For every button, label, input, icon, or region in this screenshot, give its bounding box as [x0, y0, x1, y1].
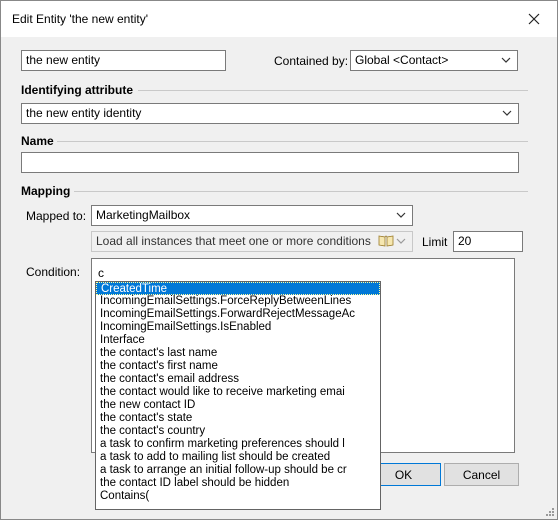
resize-grip-icon[interactable]: [545, 507, 555, 517]
condition-text: c: [98, 266, 104, 280]
autocomplete-item[interactable]: the contact's state: [96, 412, 380, 425]
identifying-attribute-heading: Identifying attribute: [21, 83, 133, 97]
autocomplete-list[interactable]: CreatedTime IncomingEmailSettings.ForceRe…: [95, 281, 381, 510]
chevron-down-icon: [396, 238, 406, 244]
chevron-down-icon: [396, 212, 406, 218]
load-instances-select[interactable]: Load all instances that meet one or more…: [91, 231, 413, 252]
autocomplete-item[interactable]: the contact's email address: [96, 373, 380, 386]
contained-by-value: Global <Contact>: [355, 53, 449, 67]
limit-label: Limit: [422, 235, 448, 249]
autocomplete-item[interactable]: IncomingEmailSettings.ForwardRejectMessa…: [96, 308, 380, 321]
name-field[interactable]: [21, 152, 519, 173]
mapped-to-select[interactable]: MarketingMailbox: [91, 205, 413, 226]
cancel-button[interactable]: Cancel: [444, 463, 519, 486]
autocomplete-item[interactable]: the new contact ID: [96, 399, 380, 412]
separator: [138, 90, 528, 91]
close-icon: [528, 13, 540, 25]
identifying-attribute-value: the new entity identity: [26, 106, 142, 120]
chevron-down-icon: [502, 110, 512, 116]
autocomplete-item[interactable]: IncomingEmailSettings.IsEnabled: [96, 321, 380, 334]
title-bar: Edit Entity 'the new entity': [1, 1, 557, 37]
entity-name-field[interactable]: the new entity: [21, 50, 226, 71]
close-button[interactable]: [511, 1, 557, 37]
autocomplete-item[interactable]: Contains(: [96, 490, 380, 503]
mapped-to-label: Mapped to:: [26, 209, 87, 223]
mapping-heading: Mapping: [21, 184, 71, 198]
condition-label: Condition:: [26, 265, 81, 279]
autocomplete-item[interactable]: the contact's last name: [96, 347, 380, 360]
contained-by-label: Contained by:: [274, 54, 349, 68]
chevron-down-icon: [501, 57, 511, 63]
name-heading: Name: [21, 134, 54, 148]
autocomplete-item[interactable]: the contact ID label should be hidden: [96, 477, 380, 490]
separator: [74, 191, 528, 192]
autocomplete-item[interactable]: the contact's country: [96, 425, 380, 438]
contained-by-select[interactable]: Global <Contact>: [350, 50, 518, 71]
separator: [57, 141, 528, 142]
book-icon: [378, 235, 394, 247]
load-instances-value: Load all instances that meet one or more…: [96, 234, 371, 248]
autocomplete-item[interactable]: the contact would like to receive market…: [96, 386, 380, 399]
autocomplete-item[interactable]: Interface: [96, 334, 380, 347]
autocomplete-item[interactable]: IncomingEmailSettings.ForceReplyBetweenL…: [96, 295, 380, 308]
autocomplete-item[interactable]: a task to arrange an initial follow-up s…: [96, 464, 380, 477]
window-title: Edit Entity 'the new entity': [12, 12, 148, 26]
mapped-to-value: MarketingMailbox: [96, 208, 191, 222]
autocomplete-item[interactable]: a task to confirm marketing preferences …: [96, 438, 380, 451]
autocomplete-item[interactable]: a task to add to mailing list should be …: [96, 451, 380, 464]
autocomplete-item[interactable]: CreatedTime: [96, 282, 380, 295]
autocomplete-item[interactable]: the contact's first name: [96, 360, 380, 373]
identifying-attribute-select[interactable]: the new entity identity: [21, 103, 519, 124]
limit-field[interactable]: 20: [453, 231, 523, 252]
